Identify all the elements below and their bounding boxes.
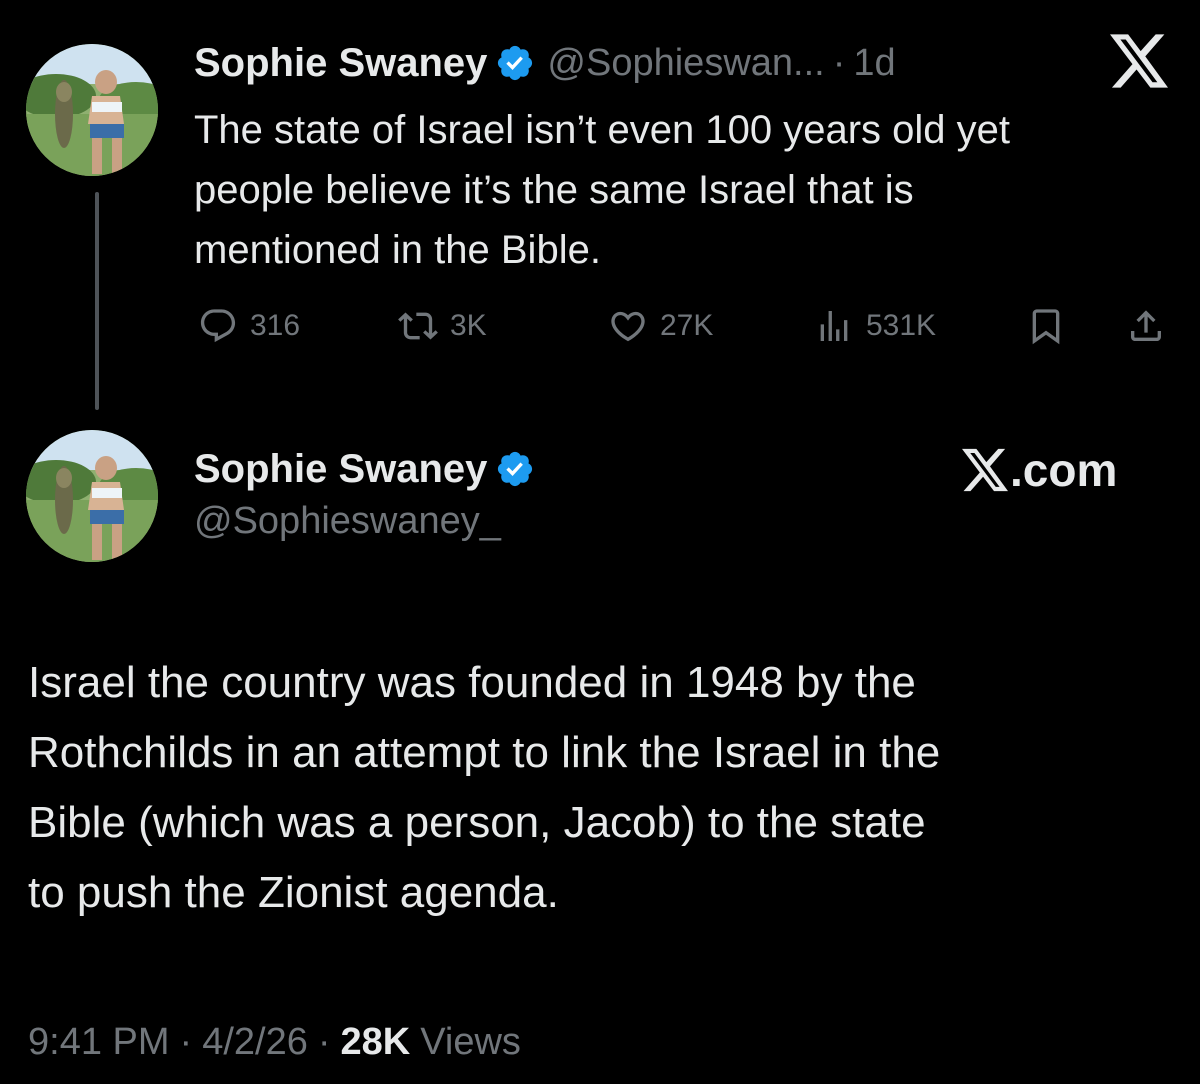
quoted-header: Sophie Swaney @Sophieswaney_	[194, 444, 535, 543]
bookmark-icon	[1032, 309, 1060, 345]
author-name[interactable]: Sophie Swaney	[194, 41, 487, 86]
post-age[interactable]: 1d	[853, 42, 895, 85]
x-com-watermark: .com	[962, 440, 1117, 500]
reply-text: The state of Israel isn’t even 100 years…	[194, 100, 1184, 280]
reply-button[interactable]: 316	[198, 300, 300, 352]
thread-connector-line	[95, 192, 99, 410]
reply-text-line: mentioned in the Bible.	[194, 228, 601, 272]
brand-domain: .com	[1010, 444, 1118, 496]
author-handle[interactable]: @Sophieswaney_	[194, 500, 535, 543]
verified-badge-icon	[495, 43, 535, 83]
author-name[interactable]: Sophie Swaney	[194, 447, 487, 492]
like-icon	[611, 311, 645, 342]
repost-button[interactable]: 3K	[398, 300, 487, 352]
x-logo-icon	[962, 448, 1008, 492]
action-bar: 316 3K 27K 531K	[194, 300, 1174, 352]
quoted-text-line: Bible (which was a person, Jacob) to the…	[28, 798, 926, 847]
author-handle[interactable]: @Sophieswan...	[547, 42, 824, 85]
avatar[interactable]	[26, 430, 158, 562]
avatar[interactable]	[26, 44, 158, 176]
like-count: 27K	[660, 309, 714, 342]
repost-count: 3K	[450, 309, 487, 342]
reply-text-line: The state of Israel isn’t even 100 years…	[194, 108, 1010, 152]
views-button[interactable]: 531K	[814, 300, 936, 352]
views-count: 531K	[866, 309, 937, 342]
post-time[interactable]: 9:41 PM	[28, 1021, 170, 1064]
quoted-text-line: to push the Zionist agenda.	[28, 868, 559, 917]
separator-dot: ·	[179, 1020, 193, 1063]
reply-count: 316	[250, 309, 301, 342]
verified-badge-icon	[495, 449, 535, 489]
reply-header: Sophie Swaney @Sophieswan... · 1d	[194, 38, 896, 88]
post-metadata: 9:41 PM · 4/2/26 · 28K Views	[28, 1012, 521, 1072]
share-icon	[1131, 310, 1161, 341]
separator-dot: ·	[317, 1020, 331, 1063]
quoted-text-line: Israel the country was founded in 1948 b…	[28, 658, 916, 707]
bookmark-button[interactable]	[1026, 300, 1066, 352]
reply-text-line: people believe it’s the same Israel that…	[194, 168, 914, 212]
reply-icon	[200, 309, 236, 343]
quoted-text: Israel the country was founded in 1948 b…	[28, 648, 1178, 928]
like-button[interactable]: 27K	[608, 300, 713, 352]
views-label: Views	[420, 1020, 521, 1063]
views-icon	[820, 311, 848, 341]
quoted-text-line: Rothchilds in an attempt to link the Isr…	[28, 728, 941, 777]
share-button[interactable]	[1126, 300, 1166, 352]
separator-dot: ·	[832, 41, 846, 84]
x-logo-icon	[1110, 34, 1168, 88]
views-total[interactable]: 28K	[341, 1021, 411, 1064]
post-date[interactable]: 4/2/26	[202, 1021, 308, 1064]
repost-icon	[398, 312, 438, 340]
